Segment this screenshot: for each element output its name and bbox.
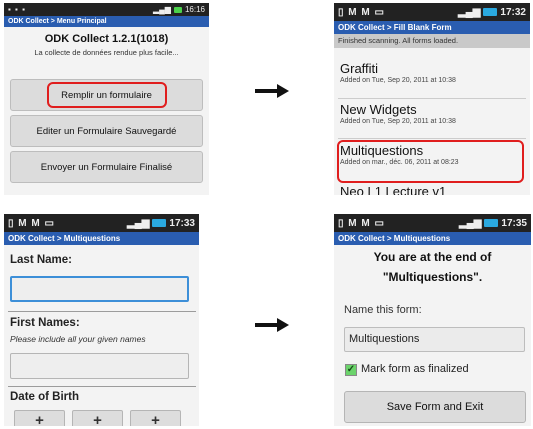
screen-fill-blank-form: ▯ M M ▭ ▂▄▆ 17:32 ODK Collect > Fill Bla… [334,3,530,195]
form-date: Added on Tue, Sep 20, 2011 at 10:38 [340,77,456,84]
battery-icon [483,8,498,16]
end-message-line1: You are at the end of [373,250,492,264]
screen-end-of-form: ▯ M M ▭ ▂▄▆ 17:35 ODK Collect > Multique… [334,214,531,426]
month-increment-button[interactable]: + [72,410,123,426]
app-subtitle: La collecte de données rendue plus facil… [34,48,179,57]
name-form-label: Name this form: [344,304,422,316]
question-divider [8,311,196,312]
first-names-input[interactable] [10,353,189,379]
question-divider [8,386,196,387]
form-name: Neo L1 Lecture v1 [340,184,447,195]
form-list-item[interactable]: Neo L1 Lecture v1 [340,184,526,195]
battery-icon [173,6,182,13]
finalize-label: Mark form as finalized [361,363,469,375]
send-finalized-form-button[interactable]: Envoyer un Formulaire Finalisé [10,151,203,183]
signal-icon: ▂▄▆ [126,217,150,229]
breadcrumb: ODK Collect > Multiquestions [334,232,531,245]
signal-icon: ▂▄▆ [152,5,171,14]
notification-icons: ▯ M M ▭ [338,6,385,18]
screen-main-menu: ▪ ▪ ▪ ▂▄▆ 16:16 ODK Collect > Menu Princ… [4,3,209,195]
finalize-checkbox[interactable]: ✓ [345,364,357,376]
last-name-label: Last Name: [10,254,72,266]
date-of-birth-label: Date of Birth [10,391,79,403]
status-time: 16:16 [184,5,205,14]
list-divider [338,138,526,139]
signal-icon: ▂▄▆ [458,217,482,229]
last-name-input[interactable] [10,276,189,302]
notification-icons: ▪ ▪ ▪ [8,5,26,14]
highlight-multiquestions [337,140,524,183]
app-title: ODK Collect 1.2.1(1018) [44,33,169,45]
battery-icon [484,219,499,227]
form-list-item[interactable]: Graffiti Added on Tue, Sep 20, 2011 at 1… [340,61,526,84]
form-name-input[interactable]: Multiquestions [344,327,525,352]
status-message: Finished scanning. All forms loaded. [334,34,530,48]
status-bar: ▪ ▪ ▪ ▂▄▆ 16:16 [4,3,209,16]
notification-icons: ▯ M M ▭ [338,217,385,229]
screen-multiquestions-form: ▯ M M ▭ ▂▄▆ 17:33 ODK Collect > Multique… [4,214,199,426]
status-bar: ▯ M M ▭ ▂▄▆ 17:35 [334,214,531,232]
form-date: Added on Tue, Sep 20, 2011 at 10:38 [340,118,456,125]
breadcrumb: ODK Collect > Multiquestions [4,232,199,245]
first-names-label: First Names: [10,317,80,329]
breadcrumb: ODK Collect > Fill Blank Form [334,21,530,34]
edit-saved-form-button[interactable]: Editer un Formulaire Sauvegardé [10,115,203,147]
right-arrow-icon [255,318,289,332]
signal-icon: ▂▄▆ [457,6,481,18]
save-form-button[interactable]: Save Form and Exit [344,391,526,423]
day-increment-button[interactable]: + [14,410,65,426]
highlight-fill-form [47,82,167,108]
form-name: Graffiti [340,61,379,76]
status-time: 17:35 [501,217,527,229]
right-arrow-icon [255,84,289,98]
form-name: New Widgets [340,102,417,117]
status-bar: ▯ M M ▭ ▂▄▆ 17:32 [334,3,530,21]
first-names-hint: Please include all your given names [10,334,146,344]
end-message-line2: "Multiquestions". [382,270,483,284]
list-divider [338,98,526,99]
status-time: 17:33 [169,217,195,229]
battery-icon [152,219,167,227]
notification-icons: ▯ M M ▭ [8,217,55,229]
year-increment-button[interactable]: + [130,410,181,426]
status-bar: ▯ M M ▭ ▂▄▆ 17:33 [4,214,199,232]
form-list-item[interactable]: New Widgets Added on Tue, Sep 20, 2011 a… [340,102,526,125]
breadcrumb: ODK Collect > Menu Principal [4,16,209,27]
status-time: 17:32 [500,6,526,18]
